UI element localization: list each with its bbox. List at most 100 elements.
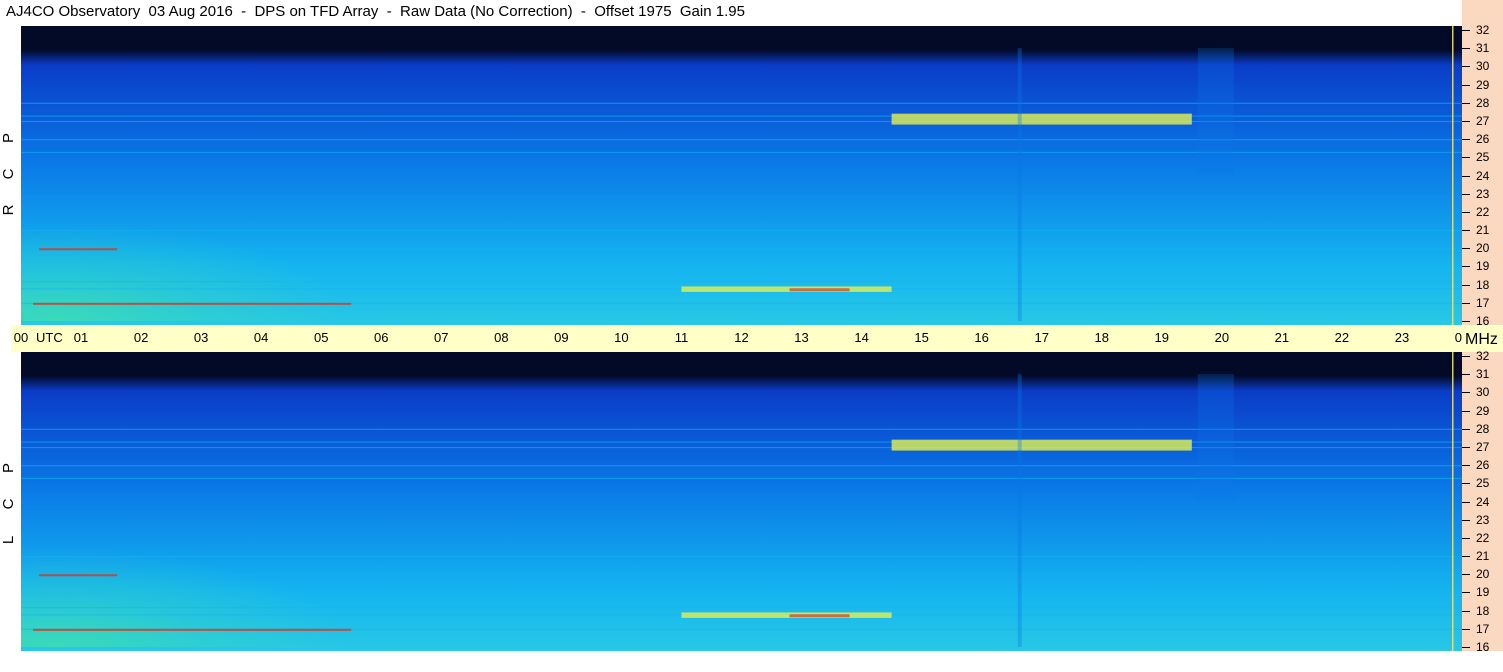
freq-tick-label: 16 xyxy=(1476,640,1490,654)
freq-tick-mark xyxy=(1462,446,1470,448)
freq-tick-label: 31 xyxy=(1476,367,1490,382)
freq-tick-label: 28 xyxy=(1476,421,1490,436)
red-emission-streak xyxy=(39,574,118,577)
interference-line xyxy=(21,441,1462,443)
freq-tick-mark xyxy=(1462,66,1470,68)
rcp-frequency-axis: 32 31 30 29 28 27 26 25 24 23 22 21 20 19 18 17 16 xyxy=(1462,23,1503,328)
utc-tick-label: 10 xyxy=(614,330,629,345)
freq-tick-mark xyxy=(1462,574,1470,576)
interference-line xyxy=(21,465,1462,467)
utc-tick-label: 17 xyxy=(1034,330,1049,345)
freq-tick-label: 16 xyxy=(1476,314,1490,328)
interference-line xyxy=(21,477,1462,480)
freq-tick-mark xyxy=(1462,556,1470,558)
freq-tick-mark xyxy=(1462,374,1470,376)
freq-tick-mark xyxy=(1462,84,1470,86)
freq-tick-mark xyxy=(1462,501,1470,503)
freq-tick-label: 28 xyxy=(1476,95,1490,110)
freq-tick-mark xyxy=(1462,647,1470,648)
utc-tick-label: 07 xyxy=(434,330,449,345)
interference-line xyxy=(21,248,1462,250)
utc-tick-label: 15 xyxy=(914,330,929,345)
red-emission-streak xyxy=(33,302,352,305)
utc-tick-label: 01 xyxy=(73,330,89,345)
freq-tick-label: 25 xyxy=(1476,150,1490,165)
red-emission-streak xyxy=(789,288,850,292)
interference-line xyxy=(21,120,1462,123)
freq-tick-label: 29 xyxy=(1476,403,1490,418)
freq-tick-mark xyxy=(1462,120,1470,122)
freq-tick-label: 19 xyxy=(1476,585,1490,600)
utc-tick-label: 23 xyxy=(1394,330,1410,345)
freq-tick-mark xyxy=(1462,519,1470,521)
freq-tick-mark xyxy=(1462,628,1470,630)
utc-tick-label: 20 xyxy=(1214,330,1230,345)
freq-tick-mark xyxy=(1462,30,1470,31)
freq-tick-label: 24 xyxy=(1476,168,1490,183)
freq-tick-label: 24 xyxy=(1476,494,1490,509)
lcp-spectrogram-svg xyxy=(21,352,1462,651)
freq-tick-label: 19 xyxy=(1476,259,1490,274)
interference-line xyxy=(21,556,1462,558)
freq-tick-label: 18 xyxy=(1476,603,1490,618)
freq-tick-label: 21 xyxy=(1476,223,1490,238)
interference-line xyxy=(21,115,1462,117)
utc-tick-label: 03 xyxy=(193,330,209,345)
freq-tick-mark xyxy=(1462,211,1470,213)
utc-time-axis: 00 01 02 03 04 05 06 07 08 09 10 11 12 13 14 15 16 17 18 19… xyxy=(11,325,1469,352)
freq-tick-label: 20 xyxy=(1476,567,1490,582)
freq-tick-label: 17 xyxy=(1476,295,1490,310)
freq-tick-label: 21 xyxy=(1476,549,1490,564)
interference-line xyxy=(21,428,1462,430)
vertical-streak xyxy=(1197,48,1234,176)
freq-tick-mark xyxy=(1462,248,1470,250)
interference-line xyxy=(21,230,1462,232)
freq-tick-mark xyxy=(1462,157,1470,159)
freq-tick-label: 32 xyxy=(1476,23,1490,37)
utc-tick-label: 02 xyxy=(133,330,149,345)
rcp-spectrogram-svg xyxy=(21,26,1462,325)
freq-tick-mark xyxy=(1462,483,1470,485)
lcp-label: P C L xyxy=(0,450,17,558)
strong-signal-band xyxy=(681,612,892,618)
vertical-streak xyxy=(1017,48,1022,321)
freq-tick-label: 25 xyxy=(1476,476,1490,491)
freq-tick-mark xyxy=(1462,592,1470,594)
freq-tick-label: 27 xyxy=(1476,439,1490,454)
freq-tick-label: 26 xyxy=(1476,132,1490,147)
freq-tick-label: 20 xyxy=(1476,241,1490,256)
strong-signal-band xyxy=(681,286,892,292)
utc-tick-label: 11 xyxy=(674,330,689,345)
utc-tick-label: 00 xyxy=(13,330,29,345)
red-emission-streak xyxy=(39,248,118,251)
rcp-label: P C R xyxy=(0,120,17,228)
utc-tick-label: 13 xyxy=(794,330,809,345)
freq-tick-mark xyxy=(1462,230,1470,232)
freq-tick-label: 31 xyxy=(1476,41,1490,56)
freq-tick-mark xyxy=(1462,610,1470,612)
freq-tick-label: 17 xyxy=(1476,621,1490,636)
day-end-marker xyxy=(1452,352,1454,651)
freq-tick-label: 23 xyxy=(1476,186,1490,201)
utc-tick-label: 05 xyxy=(313,330,329,345)
freq-tick-mark xyxy=(1462,356,1470,357)
interference-line xyxy=(21,606,1462,609)
utc-tick-label: 06 xyxy=(374,330,389,345)
freq-tick-mark xyxy=(1462,102,1470,104)
freq-tick-mark xyxy=(1462,266,1470,268)
strong-signal-band xyxy=(891,113,1192,125)
freq-tick-label: 30 xyxy=(1476,385,1490,400)
freq-tick-mark xyxy=(1462,193,1470,195)
freq-tick-mark xyxy=(1462,302,1470,304)
utc-tick-label: 19 xyxy=(1154,330,1170,345)
utc-tick-label: 04 xyxy=(253,330,269,345)
mhz-unit-label: MHz xyxy=(1465,331,1498,348)
strong-signal-band xyxy=(891,439,1192,451)
vertical-streak xyxy=(1017,374,1022,647)
red-emission-streak xyxy=(789,614,850,618)
freq-tick-mark xyxy=(1462,48,1470,50)
freq-tick-mark xyxy=(1462,410,1470,412)
red-emission-streak xyxy=(33,628,352,631)
utc-tick-label: 08 xyxy=(494,330,509,345)
freq-tick-label: 27 xyxy=(1476,113,1490,128)
